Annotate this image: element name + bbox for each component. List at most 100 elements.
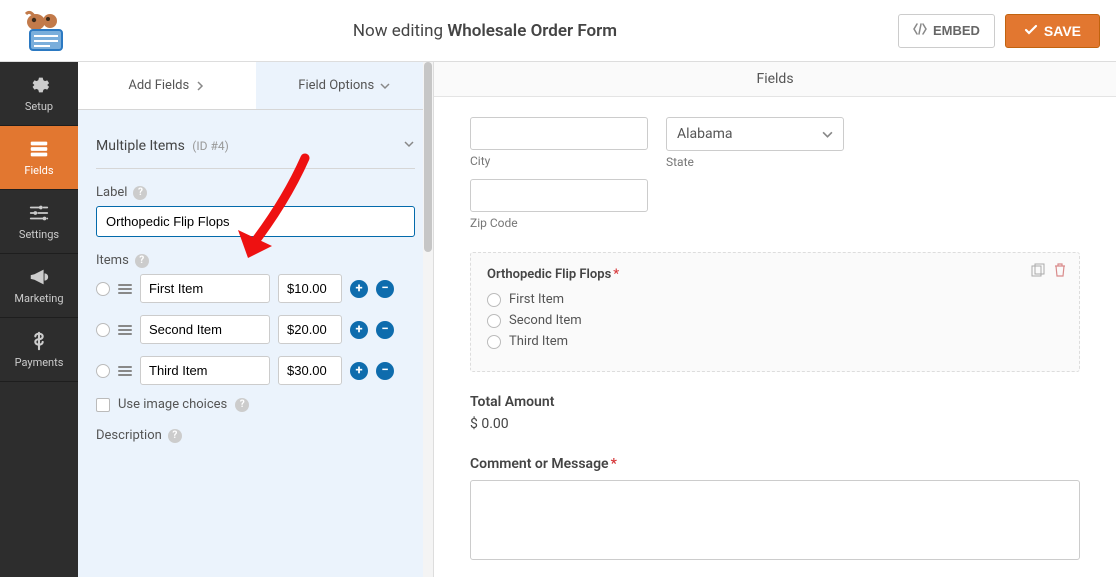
drag-handle-icon[interactable] bbox=[118, 366, 132, 376]
checkbox-icon[interactable] bbox=[96, 398, 110, 412]
help-icon[interactable]: ? bbox=[133, 186, 147, 200]
panel-tabs: Add Fields Field Options bbox=[78, 62, 433, 110]
label-input[interactable] bbox=[96, 206, 415, 237]
chevron-right-icon bbox=[195, 81, 205, 91]
section-name: Multiple Items bbox=[96, 138, 185, 154]
remove-item-button[interactable]: − bbox=[376, 280, 394, 298]
radio-icon[interactable] bbox=[96, 282, 110, 296]
item-name-input[interactable] bbox=[140, 274, 270, 303]
description-label: Description bbox=[96, 428, 162, 443]
nav-fields-label: Fields bbox=[24, 164, 53, 177]
required-marker: * bbox=[611, 456, 617, 472]
item-row: + − bbox=[96, 315, 415, 344]
radio-icon[interactable] bbox=[96, 323, 110, 337]
comment-label-text: Comment or Message bbox=[470, 456, 609, 472]
embed-label: EMBED bbox=[933, 23, 980, 38]
label-label: Label bbox=[96, 185, 127, 200]
radio-icon[interactable] bbox=[487, 335, 501, 349]
multiple-items-fieldset[interactable]: Orthopedic Flip Flops* First Item Second… bbox=[470, 252, 1080, 372]
comment-textarea[interactable] bbox=[470, 480, 1080, 560]
tab-options-label: Field Options bbox=[298, 78, 374, 93]
section-id: (ID #4) bbox=[192, 139, 229, 153]
nav-payments-label: Payments bbox=[15, 356, 64, 369]
wpforms-logo bbox=[16, 8, 72, 54]
state-value: Alabama bbox=[677, 126, 733, 142]
state-label: State bbox=[666, 155, 844, 169]
editing-prefix: Now editing bbox=[353, 21, 443, 41]
megaphone-icon bbox=[28, 266, 50, 288]
option-row[interactable]: First Item bbox=[487, 292, 1063, 307]
remove-item-button[interactable]: − bbox=[376, 362, 394, 380]
preview-body: City Alabama State Zip Code bbox=[434, 97, 1116, 577]
zip-input[interactable] bbox=[470, 179, 648, 212]
chevron-down-icon bbox=[380, 81, 390, 91]
help-icon[interactable]: ? bbox=[168, 429, 182, 443]
nav-fields[interactable]: Fields bbox=[0, 126, 78, 190]
radio-icon[interactable] bbox=[487, 293, 501, 307]
topbar: Now editing Wholesale Order Form EMBED S… bbox=[0, 0, 1116, 62]
drag-handle-icon[interactable] bbox=[118, 284, 132, 294]
city-input[interactable] bbox=[470, 117, 648, 150]
chevron-down-icon bbox=[822, 129, 833, 140]
total-label: Total Amount bbox=[470, 394, 1080, 410]
option-label: Second Item bbox=[509, 313, 582, 328]
item-row: + − bbox=[96, 356, 415, 385]
remove-item-button[interactable]: − bbox=[376, 321, 394, 339]
nav-payments[interactable]: Payments bbox=[0, 318, 78, 382]
item-name-input[interactable] bbox=[140, 315, 270, 344]
nav-setup-label: Setup bbox=[25, 100, 53, 113]
item-price-input[interactable] bbox=[278, 356, 342, 385]
add-item-button[interactable]: + bbox=[350, 362, 368, 380]
save-button[interactable]: SAVE bbox=[1005, 14, 1100, 48]
add-item-button[interactable]: + bbox=[350, 321, 368, 339]
tab-field-options[interactable]: Field Options bbox=[256, 62, 434, 109]
item-row: + − bbox=[96, 274, 415, 303]
scrollbar-thumb[interactable] bbox=[424, 62, 432, 252]
add-item-button[interactable]: + bbox=[350, 280, 368, 298]
option-row[interactable]: Third Item bbox=[487, 334, 1063, 349]
help-icon[interactable]: ? bbox=[235, 398, 249, 412]
scrollbar[interactable] bbox=[423, 62, 433, 577]
option-label: Third Item bbox=[509, 334, 568, 349]
use-image-choices-label: Use image choices bbox=[118, 397, 227, 412]
section-header[interactable]: Multiple Items (ID #4) bbox=[96, 128, 415, 169]
state-select[interactable]: Alabama bbox=[666, 117, 844, 151]
item-name-input[interactable] bbox=[140, 356, 270, 385]
nav-marketing-label: Marketing bbox=[14, 292, 63, 305]
fieldset-actions bbox=[1031, 263, 1067, 277]
main-body: Setup Fields Settings Marketing Payments… bbox=[0, 62, 1116, 577]
nav-settings[interactable]: Settings bbox=[0, 190, 78, 254]
nav-marketing[interactable]: Marketing bbox=[0, 254, 78, 318]
trash-icon[interactable] bbox=[1053, 263, 1067, 277]
use-image-choices-row[interactable]: Use image choices ? bbox=[96, 397, 415, 412]
form-name: Wholesale Order Form bbox=[447, 21, 617, 41]
description-label-row: Description ? bbox=[96, 428, 415, 443]
tab-add-label: Add Fields bbox=[128, 78, 189, 93]
radio-icon[interactable] bbox=[487, 314, 501, 328]
save-label: SAVE bbox=[1044, 23, 1081, 39]
required-marker: * bbox=[613, 267, 619, 282]
nav-settings-label: Settings bbox=[19, 228, 59, 241]
vertical-nav: Setup Fields Settings Marketing Payments bbox=[0, 62, 78, 577]
duplicate-icon[interactable] bbox=[1031, 263, 1045, 277]
drag-handle-icon[interactable] bbox=[118, 325, 132, 335]
preview-panel: Fields City Alabama State Zip Code bbox=[434, 62, 1116, 577]
help-icon[interactable]: ? bbox=[135, 254, 149, 268]
zip-label: Zip Code bbox=[470, 216, 1080, 230]
nav-setup[interactable]: Setup bbox=[0, 62, 78, 126]
item-price-input[interactable] bbox=[278, 274, 342, 303]
items-label-row: Items ? bbox=[96, 253, 415, 268]
item-price-input[interactable] bbox=[278, 315, 342, 344]
embed-button[interactable]: EMBED bbox=[898, 14, 995, 48]
fieldset-title: Orthopedic Flip Flops* bbox=[487, 267, 1063, 282]
comment-label: Comment or Message* bbox=[470, 456, 1080, 472]
description-group: Description ? bbox=[96, 428, 415, 443]
zip-group: Zip Code bbox=[470, 179, 1080, 230]
chevron-down-icon bbox=[403, 138, 415, 150]
tab-add-fields[interactable]: Add Fields bbox=[78, 62, 256, 109]
option-row[interactable]: Second Item bbox=[487, 313, 1063, 328]
option-label: First Item bbox=[509, 292, 564, 307]
address-row: City Alabama State bbox=[470, 117, 1080, 169]
radio-icon[interactable] bbox=[96, 364, 110, 378]
gear-icon bbox=[28, 74, 50, 96]
